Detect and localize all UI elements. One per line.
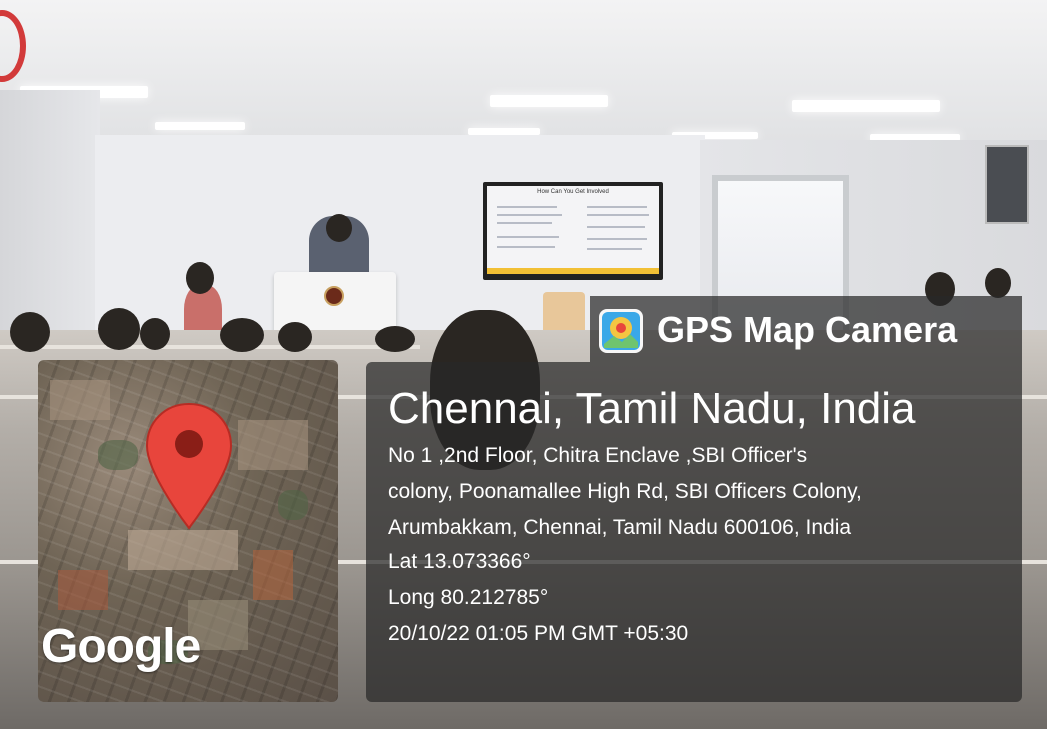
slide-title: How Can You Get Involved	[537, 189, 609, 195]
ceiling-light	[490, 95, 608, 107]
audience-head	[220, 318, 264, 352]
address-line: colony, Poonamallee High Rd, SBI Officer…	[388, 480, 862, 503]
audience-head	[10, 312, 50, 352]
presentation-screen: How Can You Get Involved	[483, 182, 663, 280]
audience-head	[278, 322, 312, 352]
address-line: No 1 ,2nd Floor, Chitra Enclave ,SBI Off…	[388, 444, 808, 467]
gps-map-camera-icon	[599, 309, 643, 353]
wall-unit	[985, 145, 1029, 224]
podium-emblem	[324, 286, 344, 306]
desk-edge	[0, 345, 420, 349]
woman-head	[186, 262, 214, 294]
latitude: Lat 13.073366°	[388, 550, 531, 573]
photo-scene: How Can You Get Involved Google GPS Map …	[0, 0, 1047, 729]
slide: How Can You Get Involved	[487, 186, 659, 274]
ceiling-light	[155, 122, 245, 130]
audience-head	[985, 268, 1011, 298]
ceiling-light	[468, 128, 540, 135]
audience-head	[98, 308, 140, 350]
speaker-head	[326, 214, 352, 242]
audience-head	[140, 318, 170, 350]
timestamp: 20/10/22 01:05 PM GMT +05:30	[388, 622, 689, 645]
ceiling-light	[792, 100, 940, 112]
google-watermark: Google	[41, 620, 201, 673]
longitude: Long 80.212785°	[388, 586, 549, 609]
audience-head	[375, 326, 415, 352]
map-thumbnail: Google	[38, 360, 338, 702]
map-pin-icon	[145, 402, 233, 530]
app-name: GPS Map Camera	[657, 309, 958, 350]
ceiling	[0, 0, 1047, 140]
address-line: Arumbakkam, Chennai, Tamil Nadu 600106, …	[388, 516, 852, 539]
location-city: Chennai, Tamil Nadu, India	[388, 384, 916, 433]
